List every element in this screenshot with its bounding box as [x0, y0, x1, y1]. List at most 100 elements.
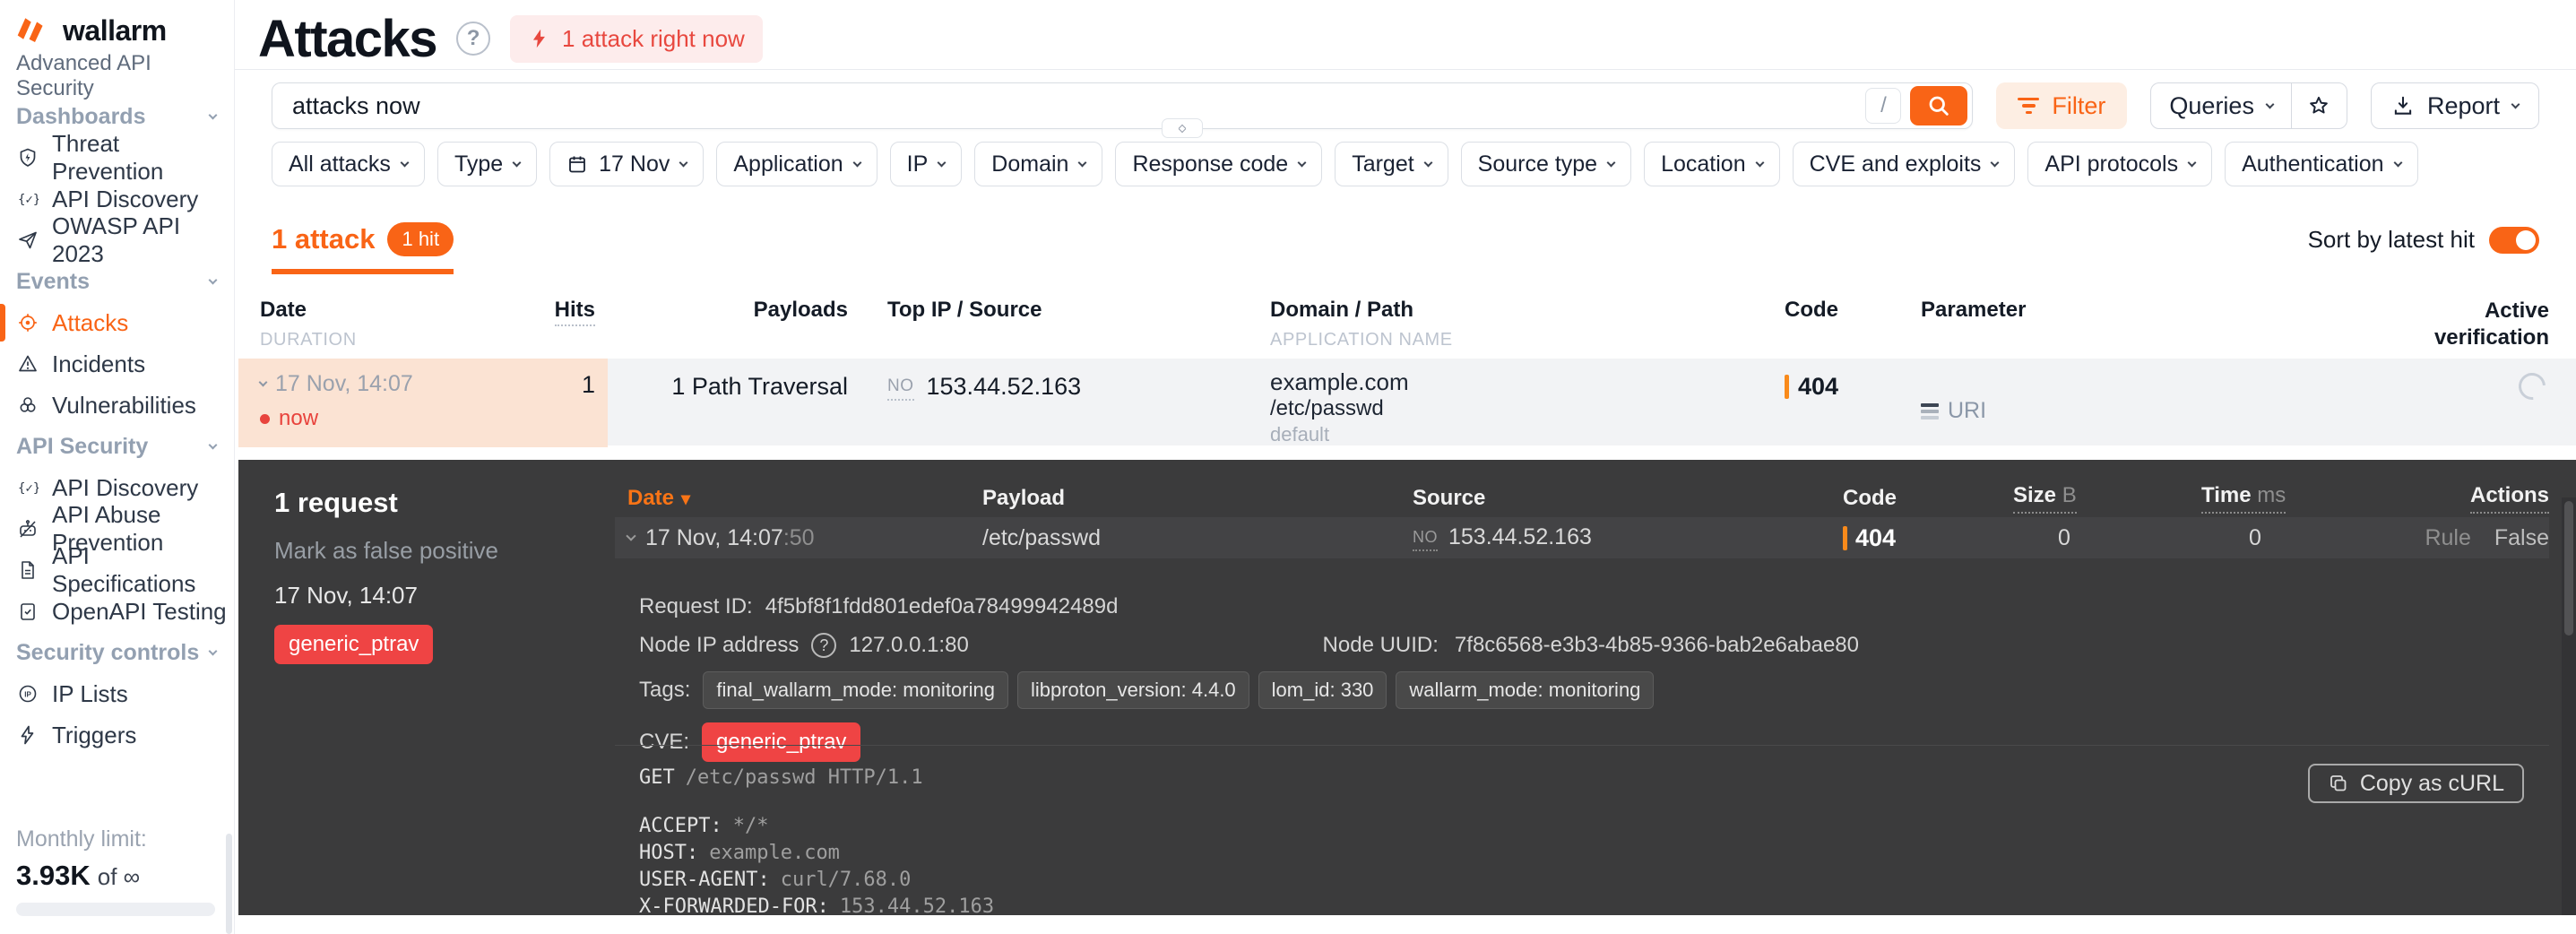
tag-chip[interactable]: final_wallarm_mode: monitoring: [703, 671, 1008, 709]
doc-check-icon: [16, 600, 39, 623]
report-button-label: Report: [2426, 91, 2500, 119]
filter-domain[interactable]: Domain: [974, 142, 1103, 186]
panel-summary: 1 request Mark as false positive 17 Nov,…: [274, 487, 615, 664]
section-label: API Security: [16, 433, 149, 459]
chevron-down-icon: [1990, 158, 2000, 167]
col-size[interactable]: Size B: [2013, 483, 2201, 514]
col-time[interactable]: Time ms: [2201, 483, 2407, 514]
rule-action-link[interactable]: Rule: [2425, 525, 2470, 550]
pill-label: Type: [454, 151, 504, 177]
tags-row: Tags: final_wallarm_mode: monitoring lib…: [639, 671, 2522, 709]
attack-alert-badge[interactable]: 1 attack right now: [510, 14, 763, 63]
sidebar-item-openapi-testing[interactable]: OpenAPI Testing: [0, 591, 234, 632]
chevron-down-icon: [2265, 99, 2275, 108]
col-actions[interactable]: Actions: [2407, 483, 2549, 514]
mark-false-positive-link[interactable]: Mark as false positive: [274, 537, 615, 565]
attack-path: /etc/passwd: [1270, 396, 1384, 420]
filter-cve-exploits[interactable]: CVE and exploits: [1792, 142, 2016, 186]
sidebar-item-vulnerabilities[interactable]: Vulnerabilities: [0, 385, 234, 426]
panel-date: 17 Nov, 14:07: [274, 582, 418, 609]
cve-tag[interactable]: generic_ptrav: [702, 722, 861, 762]
tab-attacks-count[interactable]: 1 attack 1 hit: [272, 222, 454, 274]
attack-duration: now: [279, 406, 319, 430]
tag-chip[interactable]: wallarm_mode: monitoring: [1396, 671, 1655, 709]
attack-ip: 153.44.52.163: [926, 373, 1082, 400]
pill-label: Source type: [1477, 151, 1598, 177]
brand-logo[interactable]: wallarm: [0, 0, 234, 48]
expand-chevron-icon: [258, 377, 268, 387]
pill-label: Location: [1661, 151, 1746, 177]
sidebar-item-threat-prevention[interactable]: Threat Prevention: [0, 130, 234, 185]
tag-chip[interactable]: libproton_version: 4.4.0: [1016, 671, 1249, 709]
sidebar-section-api-security[interactable]: API Security: [0, 426, 234, 467]
sidebar-item-api-specifications[interactable]: API Specifications: [0, 542, 234, 597]
section-label: Security controls: [16, 639, 200, 665]
attack-parameter: URI: [1948, 398, 1987, 423]
country-code-badge[interactable]: NO: [1413, 528, 1438, 551]
search-button[interactable]: [1910, 86, 1968, 125]
filter-response-code[interactable]: Response code: [1115, 142, 1323, 186]
chevron-down-icon: [937, 158, 947, 167]
request-size: 0: [2058, 524, 2070, 550]
col-hits[interactable]: Hits: [554, 298, 595, 351]
filter-target[interactable]: Target: [1335, 142, 1448, 186]
panel-scrollbar[interactable]: [2562, 497, 2576, 915]
filter-source-type[interactable]: Source type: [1460, 142, 1632, 186]
request-actions: Rule False: [2407, 525, 2549, 551]
filter-button-label: Filter: [2052, 91, 2106, 119]
sidebar-item-attacks[interactable]: Attacks: [0, 302, 234, 343]
parameter-icon: [1921, 402, 1939, 419]
queries-dropdown[interactable]: Queries: [2151, 83, 2291, 128]
sidebar-nav: Dashboards Threat Prevention {✓} API Dis…: [0, 96, 234, 756]
sidebar-item-label: Incidents: [52, 350, 146, 377]
help-icon[interactable]: ?: [456, 22, 491, 56]
tag-chip[interactable]: lom_id: 330: [1258, 671, 1387, 709]
question-icon[interactable]: ?: [811, 633, 837, 658]
sidebar-item-incidents[interactable]: Incidents: [0, 343, 234, 385]
filter-date[interactable]: 17 Nov: [549, 142, 705, 186]
attack-type-tag[interactable]: generic_ptrav: [274, 625, 434, 664]
sidebar-item-ip-lists[interactable]: IP IP Lists: [0, 673, 234, 714]
monthly-limit-value-row: 3.93K of ∞: [16, 860, 215, 892]
sidebar-item-label: API Discovery: [52, 473, 199, 501]
filter-authentication[interactable]: Authentication: [2225, 142, 2418, 186]
sidebar-scrollbar[interactable]: [226, 834, 232, 934]
pill-label: Domain: [991, 151, 1069, 177]
attack-code-cell: 404: [1762, 359, 1906, 400]
sort-by-latest-hit-toggle[interactable]: [2489, 226, 2539, 254]
search-input[interactable]: [292, 91, 1866, 120]
filter-api-protocols[interactable]: API protocols: [2027, 142, 2213, 186]
code-status-bar: [1843, 525, 1847, 550]
sidebar-item-triggers[interactable]: Triggers: [0, 714, 234, 756]
search-collapse-handle[interactable]: [1162, 118, 1203, 138]
monthly-limit: Monthly limit: 3.93K of ∞: [16, 826, 215, 916]
attack-date-cell[interactable]: 17 Nov, 14:07 now 1: [238, 359, 608, 447]
col-label: Size: [2013, 483, 2057, 507]
col-date-sort[interactable]: Date ▾: [615, 486, 982, 511]
collapse-chevron-icon: [626, 531, 636, 541]
request-row[interactable]: 17 Nov, 14:07:50 /etc/passwd NO 153.44.5…: [615, 517, 2549, 558]
filter-all-attacks[interactable]: All attacks: [272, 142, 425, 186]
filter-type[interactable]: Type: [437, 142, 538, 186]
section-label: Dashboards: [16, 103, 146, 129]
pill-label: Authentication: [2242, 151, 2384, 177]
filter-location[interactable]: Location: [1644, 142, 1780, 186]
sidebar-section-security-controls[interactable]: Security controls: [0, 632, 234, 673]
filter-application[interactable]: Application: [716, 142, 877, 186]
results-bar: 1 attack 1 hit Sort by latest hit: [272, 222, 2539, 274]
scrollbar-thumb[interactable]: [2564, 501, 2573, 636]
attack-row[interactable]: 17 Nov, 14:07 now 1 1 Path Traversal NO …: [238, 359, 2576, 447]
http-request-block: GET/etc/passwd HTTP/1.1 ACCEPT: */* HOST:…: [639, 765, 2549, 921]
country-code-badge[interactable]: NO: [887, 376, 914, 401]
active-verification-cell[interactable]: [2157, 359, 2576, 447]
copy-as-curl-button[interactable]: Copy as cURL: [2307, 764, 2524, 803]
pill-label: IP: [906, 151, 929, 177]
report-button[interactable]: Report: [2370, 82, 2539, 129]
sidebar-item-label: Vulnerabilities: [52, 391, 196, 419]
false-action-link[interactable]: False: [2494, 525, 2549, 550]
sidebar-item-owasp-api-2023[interactable]: OWASP API 2023: [0, 212, 234, 267]
filter-button[interactable]: Filter: [1996, 82, 2128, 129]
col-date: Date DURATION: [260, 298, 357, 350]
favorite-query-button[interactable]: [2290, 83, 2347, 128]
filter-ip[interactable]: IP: [889, 142, 963, 186]
